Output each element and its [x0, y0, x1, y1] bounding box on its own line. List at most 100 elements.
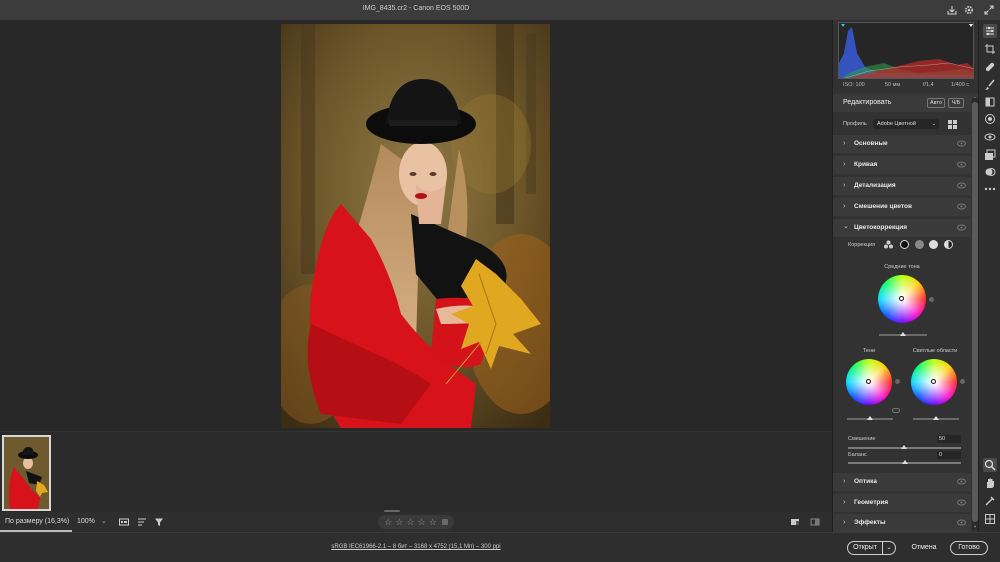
hand-tool-icon[interactable]: [983, 476, 997, 490]
tool-strip: [978, 20, 1000, 532]
highlights-luminance-thumb[interactable]: [933, 416, 939, 420]
filmstrip-view-icon[interactable]: [118, 516, 130, 528]
section-detail[interactable]: › Детализация: [833, 177, 971, 195]
crop-icon[interactable]: [983, 42, 997, 56]
open-dropdown-icon[interactable]: ⌄: [883, 541, 896, 555]
image-canvas[interactable]: [0, 20, 832, 431]
save-icon[interactable]: [946, 4, 958, 16]
section-geometry[interactable]: › Геометрия: [833, 494, 971, 512]
workflow-options-link[interactable]: sRGB IEC61966-2.1 – 8 бит – 3168 x 4752 …: [0, 544, 832, 550]
photo-preview[interactable]: [281, 24, 550, 428]
star-rating[interactable]: ☆ ☆ ☆ ☆ ☆: [378, 515, 454, 529]
color-grading-body: Коррекция Средние тона Тени Светлые обла…: [833, 237, 971, 471]
radial-gradient-icon[interactable]: [983, 112, 997, 126]
sort-icon[interactable]: [136, 516, 148, 528]
global-mode-icon[interactable]: [944, 240, 953, 249]
done-button[interactable]: Готово: [950, 541, 988, 555]
eye-icon[interactable]: [957, 182, 966, 189]
scroll-down-icon[interactable]: ▼: [973, 524, 977, 529]
color-sampler-icon[interactable]: [983, 494, 997, 508]
presets-icon[interactable]: [983, 165, 997, 179]
eye-icon[interactable]: [957, 519, 966, 526]
blending-slider-thumb[interactable]: [901, 445, 907, 449]
eye-icon[interactable]: [957, 203, 966, 210]
midtones-wheel-handle[interactable]: [899, 296, 904, 301]
zoom-tool-icon[interactable]: [983, 458, 997, 472]
rating-star-1[interactable]: ☆: [384, 517, 392, 527]
open-button[interactable]: Открыт: [847, 541, 883, 555]
brush-icon[interactable]: [983, 78, 997, 92]
section-effects[interactable]: › Эффекты: [833, 514, 971, 532]
snapshots-icon[interactable]: [983, 148, 997, 162]
midtones-luminance-thumb[interactable]: [900, 332, 906, 336]
rating-star-4[interactable]: ☆: [418, 517, 426, 527]
eye-icon[interactable]: [957, 478, 966, 485]
section-title: Эффекты: [854, 519, 886, 526]
expand-icon[interactable]: [983, 4, 995, 16]
compare-view-icon[interactable]: [809, 516, 821, 528]
histogram: [838, 22, 974, 79]
filter-icon[interactable]: [153, 516, 165, 528]
profile-value: Adobe Цветной: [877, 121, 916, 127]
before-after-icon[interactable]: [789, 516, 801, 528]
exif-iso: ISO: 100: [843, 82, 865, 88]
shadows-label: Тени: [862, 348, 876, 354]
blending-value[interactable]: 50: [937, 435, 961, 443]
balance-value[interactable]: 0: [937, 451, 961, 459]
rating-star-5[interactable]: ☆: [429, 517, 437, 527]
healing-icon[interactable]: [983, 60, 997, 74]
balance-slider-thumb[interactable]: [902, 460, 908, 464]
reject-flag-icon[interactable]: [441, 519, 448, 525]
chevron-down-icon: ⌄: [931, 121, 936, 127]
section-title: Детализация: [854, 182, 896, 189]
grid-overlay-icon[interactable]: [983, 512, 997, 526]
section-basic[interactable]: › Основные: [833, 135, 971, 153]
section-optics[interactable]: › Оптика: [833, 473, 971, 491]
midtones-hue-handle[interactable]: [929, 297, 934, 302]
three-way-icon[interactable]: [884, 240, 893, 249]
section-color-grading[interactable]: ⌄ Цветокоррекция: [833, 219, 971, 237]
midtones-label: Средние тона: [884, 264, 920, 270]
section-title: Цветокоррекция: [854, 224, 907, 231]
eye-icon[interactable]: [957, 161, 966, 168]
shadows-wheel-handle[interactable]: [866, 379, 871, 384]
correction-label: Коррекция: [848, 242, 876, 248]
auto-button[interactable]: Авто: [927, 98, 945, 108]
highlights-hue-handle[interactable]: [960, 379, 965, 384]
profile-browser-icon[interactable]: [948, 120, 957, 129]
linear-gradient-icon[interactable]: [983, 95, 997, 109]
eye-icon[interactable]: [957, 140, 966, 147]
zoom-dropdown-icon[interactable]: ⌄: [101, 517, 107, 525]
redeye-icon[interactable]: [983, 130, 997, 144]
shadows-color-wheel[interactable]: [846, 359, 892, 405]
chevron-down-icon: ⌄: [843, 223, 849, 230]
title-bar: IMG_8435.cr2 - Canon EOS 500D: [0, 0, 1000, 20]
section-curve[interactable]: › Кривая: [833, 156, 971, 174]
rating-star-2[interactable]: ☆: [395, 517, 403, 527]
filmstrip-thumbnail[interactable]: [2, 435, 51, 511]
rating-star-3[interactable]: ☆: [406, 517, 414, 527]
shadows-hue-handle[interactable]: [895, 379, 900, 384]
edit-sliders-icon[interactable]: [983, 24, 997, 38]
eye-icon[interactable]: [957, 499, 966, 506]
shadows-mode-icon[interactable]: [900, 240, 909, 249]
chevron-right-icon: ›: [843, 499, 846, 506]
midtones-mode-icon[interactable]: [915, 240, 924, 249]
shadows-luminance-thumb[interactable]: [867, 416, 873, 420]
section-title: Геометрия: [854, 499, 889, 506]
zoom-fit-button[interactable]: По размеру (16,3%): [5, 518, 69, 525]
highlights-color-wheel[interactable]: [911, 359, 957, 405]
highlights-mode-icon[interactable]: [929, 240, 938, 249]
bw-button[interactable]: Ч/Б: [948, 98, 964, 108]
profile-select[interactable]: Adobe Цветной ⌄: [873, 119, 939, 129]
highlights-wheel-handle[interactable]: [931, 379, 936, 384]
cancel-button[interactable]: Отмена: [905, 541, 943, 555]
eye-icon[interactable]: [957, 224, 966, 231]
more-icon[interactable]: [983, 182, 997, 196]
section-color-mixer[interactable]: › Смешение цветов: [833, 198, 971, 216]
midtones-color-wheel[interactable]: [878, 275, 926, 323]
gear-icon[interactable]: [963, 4, 975, 16]
zoom-percent-button[interactable]: 100%: [77, 518, 95, 525]
link-icon[interactable]: [892, 408, 900, 413]
edit-header: Редактировать Авто Ч/Б: [833, 94, 978, 112]
